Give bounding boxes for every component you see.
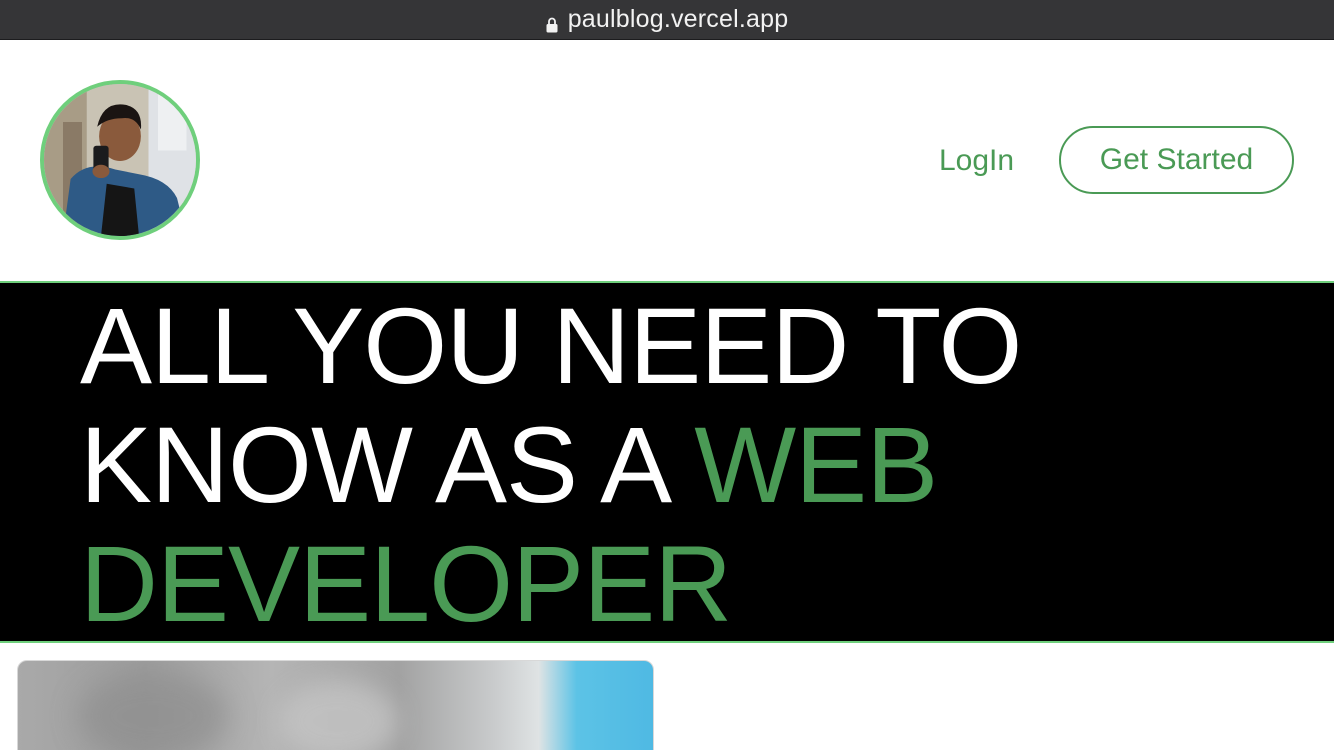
- hero-line-2-plain: KNOW AS A: [80, 404, 695, 525]
- browser-url-bar[interactable]: paulblog.vercel.app: [0, 0, 1334, 40]
- lock-icon: [546, 11, 558, 32]
- hero-title: ALL YOU NEED TO KNOW AS A WEB DEVELOPER: [80, 286, 1260, 643]
- blog-post-card-image[interactable]: [17, 660, 654, 750]
- hero-banner: ALL YOU NEED TO KNOW AS A WEB DEVELOPER: [0, 281, 1334, 643]
- hero-line-2-accent: WEB: [694, 404, 938, 525]
- avatar[interactable]: [40, 80, 200, 240]
- hero-line-1: ALL YOU NEED TO: [80, 285, 1022, 406]
- get-started-button[interactable]: Get Started: [1059, 126, 1294, 194]
- login-link[interactable]: LogIn: [939, 139, 1014, 183]
- url-text: paulblog.vercel.app: [567, 5, 789, 33]
- hero-line-3-accent: DEVELOPER: [80, 523, 732, 644]
- avatar-photo: [44, 84, 196, 236]
- site-header: LogIn Get Started: [0, 41, 1334, 281]
